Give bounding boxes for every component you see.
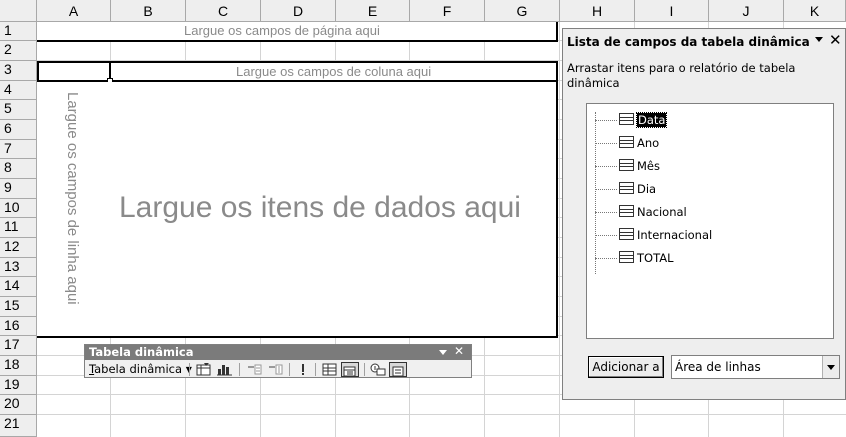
close-icon[interactable]: ✕ bbox=[829, 31, 842, 49]
field-list-description: Arrastar itens para o relatório de tabel… bbox=[567, 61, 796, 90]
field-list-box[interactable]: Data Ano Mês Dia Nacional Internacional … bbox=[586, 103, 834, 339]
field-icon bbox=[619, 182, 634, 194]
field-item-mes[interactable]: Mês bbox=[619, 157, 660, 175]
include-hidden-items-icon[interactable] bbox=[321, 362, 339, 377]
field-label: Ano bbox=[637, 136, 660, 150]
field-label: TOTAL bbox=[637, 251, 674, 265]
row-header-16[interactable]: 16 bbox=[0, 317, 37, 336]
page-fields-drop-label: Largue os campos de página aqui bbox=[184, 23, 380, 38]
field-label: Internacional bbox=[637, 228, 713, 242]
field-icon bbox=[619, 136, 634, 148]
pivot-corner-cell[interactable] bbox=[37, 61, 111, 82]
data-items-drop-zone[interactable]: Largue os itens de dados aqui bbox=[109, 82, 558, 338]
field-label: Nacional bbox=[637, 205, 687, 219]
hide-detail-icon[interactable] bbox=[246, 362, 264, 377]
refresh-icon[interactable] bbox=[294, 362, 312, 377]
area-select-value: Área de linhas bbox=[675, 360, 761, 374]
row-header-12[interactable]: 12 bbox=[0, 238, 37, 258]
row-header-20[interactable]: 20 bbox=[0, 395, 37, 415]
field-item-total[interactable]: TOTAL bbox=[619, 249, 673, 267]
select-all-corner[interactable] bbox=[0, 0, 37, 22]
row-fields-drop-zone[interactable]: Largue os campos de linha aqui bbox=[37, 82, 111, 338]
field-item-ano[interactable]: Ano bbox=[619, 134, 659, 152]
page-fields-drop-zone[interactable]: Largue os campos de página aqui bbox=[37, 22, 558, 42]
row-header-10[interactable]: 10 bbox=[0, 199, 37, 218]
field-item-dia[interactable]: Dia bbox=[619, 180, 656, 198]
select-arrow-button[interactable] bbox=[822, 356, 839, 378]
row-header-21[interactable]: 21 bbox=[0, 415, 37, 437]
menu-label-rest: abela dinâmica bbox=[94, 362, 183, 376]
dropdown-arrow-icon[interactable] bbox=[815, 37, 823, 42]
row-header-13[interactable]: 13 bbox=[0, 258, 37, 277]
toolbar-options-arrow-icon[interactable] bbox=[439, 350, 447, 355]
row-header-3[interactable]: 3 bbox=[0, 61, 37, 81]
column-header-a[interactable]: A bbox=[37, 0, 111, 22]
column-header-i[interactable]: I bbox=[635, 0, 709, 22]
chevron-down-icon bbox=[827, 365, 835, 370]
pivot-table-menu[interactable]: Tabela dinâmica ▼ bbox=[89, 362, 192, 377]
field-icon bbox=[619, 159, 634, 171]
row-header-14[interactable]: 14 bbox=[0, 277, 37, 297]
row-header-9[interactable]: 9 bbox=[0, 179, 37, 199]
add-to-button-label: Adicionar a bbox=[592, 360, 660, 374]
format-report-icon[interactable] bbox=[195, 362, 213, 377]
column-fields-drop-zone[interactable]: Largue os campos de coluna aqui bbox=[109, 61, 558, 82]
row-fields-drop-label: Largue os campos de linha aqui bbox=[64, 92, 81, 305]
column-header-k[interactable]: K bbox=[784, 0, 846, 22]
row-header-15[interactable]: 15 bbox=[0, 297, 37, 317]
row-header-5[interactable]: 5 bbox=[0, 100, 37, 120]
field-item-internacional[interactable]: Internacional bbox=[619, 226, 712, 244]
row-header-8[interactable]: 8 bbox=[0, 159, 37, 179]
pivot-table-toolbar[interactable]: Tabela dinâmica ✕ Tabela dinâmica ▼ bbox=[84, 344, 472, 378]
row-header-2[interactable]: 2 bbox=[0, 41, 37, 61]
add-to-button[interactable]: Adicionar a bbox=[588, 356, 664, 378]
toolbar-title: Tabela dinâmica bbox=[89, 345, 194, 359]
row-header-4[interactable]: 4 bbox=[0, 81, 37, 100]
field-item-data[interactable]: Data bbox=[619, 111, 668, 129]
field-item-nacional[interactable]: Nacional bbox=[619, 203, 687, 221]
field-label: Mês bbox=[637, 159, 660, 173]
column-fields-drop-label: Largue os campos de coluna aqui bbox=[236, 64, 432, 79]
field-icon bbox=[619, 205, 634, 217]
row-header-17[interactable]: 17 bbox=[0, 336, 37, 356]
field-icon bbox=[619, 113, 634, 125]
field-list-title: Lista de campos da tabela dinâmica bbox=[567, 35, 810, 49]
tree-connector bbox=[595, 112, 596, 274]
pivot-field-list-pane[interactable]: Lista de campos da tabela dinâmica ✕ Arr… bbox=[562, 28, 846, 400]
show-field-list-icon[interactable] bbox=[369, 362, 387, 377]
row-header-1[interactable]: 1 bbox=[0, 22, 37, 41]
column-header-f[interactable]: F bbox=[410, 0, 485, 22]
toolbar-title-bar[interactable]: Tabela dinâmica ✕ bbox=[85, 344, 471, 360]
column-header-g[interactable]: G bbox=[485, 0, 560, 22]
row-header-19[interactable]: 19 bbox=[0, 376, 37, 395]
toolbar-close-icon[interactable]: ✕ bbox=[454, 344, 464, 359]
field-label: Dia bbox=[637, 182, 657, 196]
row-header-7[interactable]: 7 bbox=[0, 140, 37, 159]
column-header-h[interactable]: H bbox=[560, 0, 635, 22]
column-header-c[interactable]: C bbox=[186, 0, 261, 22]
field-icon bbox=[619, 251, 634, 263]
area-select[interactable]: Área de linhas bbox=[671, 355, 840, 379]
field-label: Data bbox=[635, 112, 668, 128]
column-header-b[interactable]: B bbox=[111, 0, 186, 22]
column-header-e[interactable]: E bbox=[336, 0, 410, 22]
field-settings-icon[interactable] bbox=[341, 362, 359, 377]
row-header-18[interactable]: 18 bbox=[0, 356, 37, 376]
data-items-drop-label: Largue os itens de dados aqui bbox=[119, 191, 521, 224]
chart-wizard-icon[interactable] bbox=[216, 362, 234, 377]
show-detail-icon[interactable] bbox=[267, 362, 285, 377]
column-header-j[interactable]: J bbox=[709, 0, 784, 22]
always-display-items-icon[interactable] bbox=[389, 362, 407, 377]
row-header-6[interactable]: 6 bbox=[0, 120, 37, 140]
column-header-d[interactable]: D bbox=[261, 0, 336, 22]
row-header-11[interactable]: 11 bbox=[0, 218, 37, 238]
field-icon bbox=[619, 228, 634, 240]
